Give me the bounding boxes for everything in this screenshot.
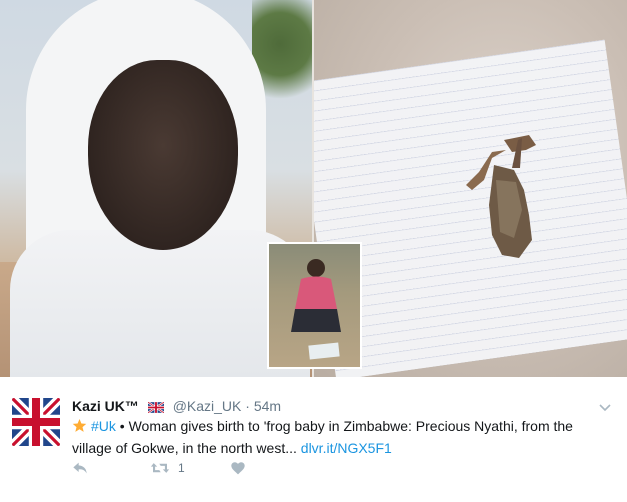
retweet-button[interactable]: 1 xyxy=(150,461,185,475)
tweet-header: Kazi UK™ @Kazi_UK · 54m xyxy=(72,397,281,417)
like-button[interactable] xyxy=(230,461,246,475)
tweet-media[interactable] xyxy=(0,0,627,377)
retweet-count: 1 xyxy=(178,461,185,475)
photo-man-crouching[interactable] xyxy=(267,242,362,369)
heart-icon xyxy=(231,462,245,475)
tweet[interactable]: Kazi UK™ @Kazi_UK · 54m #Uk • Woman give… xyxy=(0,377,627,502)
hashtag-link[interactable]: #Uk xyxy=(91,418,116,434)
author-name[interactable]: Kazi UK™ xyxy=(72,398,139,414)
chevron-down-icon[interactable] xyxy=(599,399,611,417)
crouching-man xyxy=(291,259,341,332)
retweet-icon xyxy=(150,463,170,473)
reply-button[interactable] xyxy=(72,461,88,475)
short-link[interactable]: dlvr.it/NGX5F1 xyxy=(301,440,392,456)
tweet-text: #Uk • Woman gives birth to 'frog baby in… xyxy=(72,416,612,458)
white-shirt xyxy=(10,230,310,377)
avatar[interactable] xyxy=(12,398,60,446)
dried-frog xyxy=(466,135,536,258)
union-jack-avatar xyxy=(12,398,60,446)
woman-face xyxy=(88,60,238,250)
tweet-timestamp[interactable]: 54m xyxy=(254,398,281,414)
author-handle[interactable]: @Kazi_UK xyxy=(173,398,242,414)
star-icon xyxy=(72,418,87,438)
separator-dot: · xyxy=(245,398,250,414)
paper-bundle xyxy=(308,342,340,360)
reply-icon xyxy=(73,462,87,474)
union-jack-flag-icon xyxy=(147,399,165,417)
photo-woman[interactable] xyxy=(0,0,312,377)
